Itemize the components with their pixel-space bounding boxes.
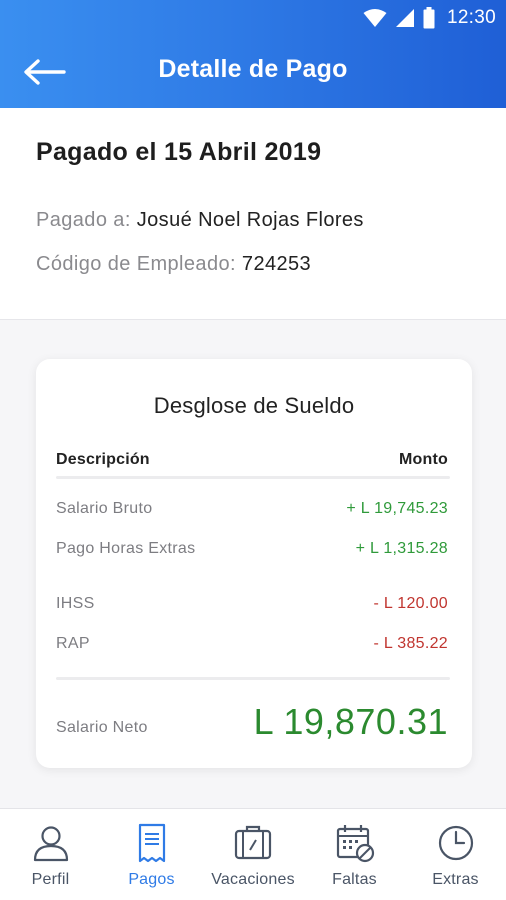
status-time: 12:30 [446, 7, 496, 28]
breakdown-row: RAP - L 385.22 [56, 635, 448, 653]
column-header-amount: Monto [399, 451, 448, 468]
receipt-icon [138, 823, 165, 863]
nav-label: Faltas [332, 871, 377, 888]
battery-icon [423, 7, 435, 29]
column-header-description: Descripción [56, 451, 150, 468]
employee-code-label: Código de Empleado: [36, 253, 242, 275]
nav-item-pagos[interactable]: Pagos [101, 809, 202, 900]
employee-code-row: Código de Empleado: 724253 [36, 253, 311, 276]
nav-item-extras[interactable]: Extras [405, 809, 506, 900]
net-salary-label: Salario Neto [56, 719, 148, 736]
nav-label: Extras [432, 871, 479, 888]
row-amount: - L 385.22 [373, 635, 448, 652]
breakdown-row: IHSS - L 120.00 [56, 595, 448, 613]
row-amount: + L 1,315.28 [355, 540, 448, 557]
paid-date: Pagado el 15 Abril 2019 [36, 138, 322, 166]
wifi-icon [363, 9, 387, 27]
paid-to-value: Josué Noel Rojas Flores [136, 209, 364, 231]
salary-breakdown-card: Desglose de Sueldo Descripción Monto Sal… [36, 359, 472, 768]
employee-code-value: 724253 [241, 253, 312, 275]
nav-item-perfil[interactable]: Perfil [0, 809, 101, 900]
breakdown-title: Desglose de Sueldo [153, 393, 355, 418]
suitcase-icon [234, 825, 272, 860]
nav-item-faltas[interactable]: Faltas [304, 809, 405, 900]
status-icons: 12:30 [363, 6, 496, 30]
clock-icon [438, 825, 473, 861]
row-description: RAP [56, 635, 90, 652]
calendar-x-icon [336, 825, 374, 863]
net-salary-value: L 19,870.31 [253, 701, 448, 742]
nav-item-vacaciones[interactable]: Vacaciones [202, 809, 304, 900]
breakdown-row: Salario Bruto + L 19,745.23 [56, 500, 448, 518]
row-amount: - L 120.00 [373, 595, 448, 612]
app-header: 12:30 Detalle de Pago [0, 0, 506, 108]
nav-label: Pagos [128, 871, 175, 888]
page-title: Detalle de Pago [158, 55, 348, 83]
paid-to-row: Pagado a: Josué Noel Rojas Flores [36, 209, 364, 232]
paid-to-label: Pagado a: [36, 209, 137, 231]
row-amount: + L 19,745.23 [346, 500, 448, 517]
nav-label: Vacaciones [211, 871, 295, 888]
row-description: Salario Bruto [56, 500, 153, 517]
status-bar: 12:30 [0, 0, 506, 36]
bottom-navigation: Perfil Pagos Vacaciones Faltas Extras [0, 808, 506, 900]
nav-label: Perfil [31, 871, 70, 888]
total-divider [56, 677, 450, 680]
payment-info-section: Pagado el 15 Abril 2019 Pagado a: Josué … [0, 108, 506, 320]
row-description: IHSS [56, 595, 95, 612]
row-description: Pago Horas Extras [56, 540, 196, 557]
header-divider [56, 476, 450, 479]
user-icon [33, 826, 68, 862]
breakdown-row: Pago Horas Extras + L 1,315.28 [56, 540, 448, 558]
signal-icon [395, 9, 414, 27]
